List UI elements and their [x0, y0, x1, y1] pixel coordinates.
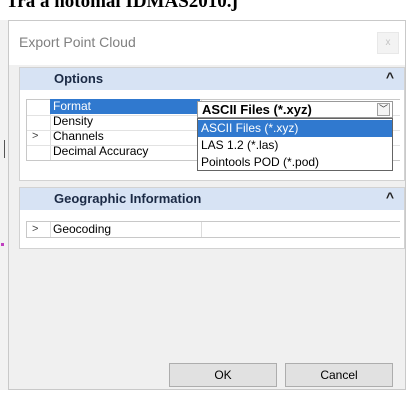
close-button[interactable]: x: [377, 32, 399, 54]
cancel-button[interactable]: Cancel: [285, 363, 393, 387]
dialog-titlebar[interactable]: Export Point Cloud x: [9, 21, 405, 65]
options-panel-title: Options: [54, 71, 104, 86]
ok-button[interactable]: OK: [169, 363, 277, 387]
background-text: Tra a notomal IDMAS2010.j: [6, 0, 238, 12]
chevron-down-icon[interactable]: ﹀: [377, 103, 390, 116]
format-select[interactable]: ASCII Files (*.xyz) ﹀: [197, 101, 393, 118]
geographic-panel-title: Geographic Information: [54, 191, 202, 206]
background-bottom-strip: [0, 390, 406, 401]
background-mark: [4, 140, 5, 158]
export-point-cloud-dialog: Export Point Cloud x Options ^ Format De…: [8, 20, 406, 390]
geographic-panel: Geographic Information ^ > Geocoding: [19, 187, 405, 249]
format-option-ascii[interactable]: ASCII Files (*.xyz): [198, 120, 392, 137]
format-option-las[interactable]: LAS 1.2 (*.las): [198, 137, 392, 154]
format-option-pod[interactable]: Pointools POD (*.pod): [198, 154, 392, 171]
property-name-decimal-accuracy: Decimal Accuracy: [53, 144, 149, 158]
property-name-density: Density: [53, 114, 94, 128]
background-window: Tra a notomal IDMAS2010.j: [0, 0, 406, 20]
format-select-value: ASCII Files (*.xyz): [202, 102, 312, 117]
property-name-geocoding: Geocoding: [53, 222, 112, 236]
geographic-panel-header[interactable]: Geographic Information ^: [20, 188, 404, 210]
expand-icon[interactable]: >: [32, 222, 38, 237]
options-panel-header[interactable]: Options ^: [20, 68, 404, 90]
format-dropdown-list: ASCII Files (*.xyz) LAS 1.2 (*.las) Poin…: [197, 118, 393, 171]
property-name-channels: Channels: [53, 129, 104, 143]
dialog-title: Export Point Cloud: [19, 34, 136, 50]
expand-icon[interactable]: >: [32, 129, 38, 144]
chevron-up-icon[interactable]: ^: [386, 189, 394, 205]
property-name-format: Format: [50, 99, 200, 114]
chevron-up-icon[interactable]: ^: [386, 69, 394, 85]
close-icon: x: [385, 37, 391, 48]
property-row-geocoding[interactable]: > Geocoding: [26, 222, 400, 237]
background-accent: [1, 243, 4, 246]
background-left-edge: [0, 20, 8, 401]
